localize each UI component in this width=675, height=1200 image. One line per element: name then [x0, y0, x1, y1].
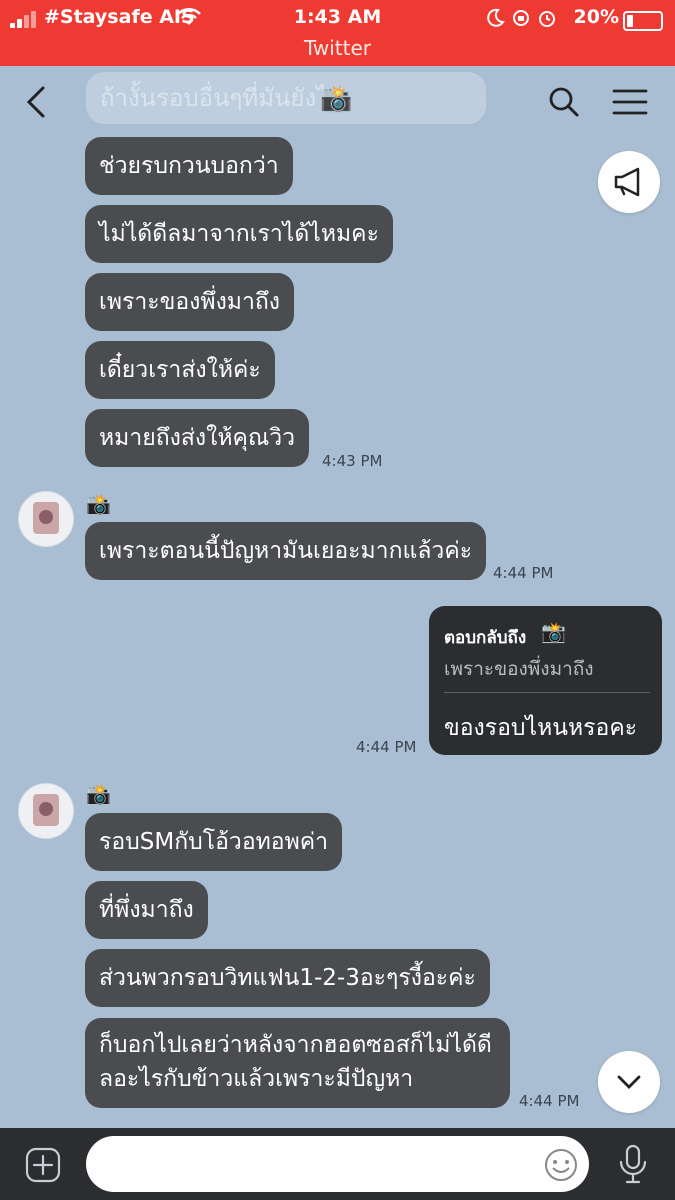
message-bubble-outgoing-reply[interactable]: ตอบกลับถึง 📸 เพราะของพึ่งมาถึง ของรอบไหน…: [429, 606, 662, 755]
message-bubble-incoming[interactable]: เดี๋ยวเราส่งให้ค่ะ: [85, 341, 275, 399]
message-timestamp: 4:44 PM: [519, 1092, 580, 1110]
chevron-left-icon: [26, 86, 45, 118]
message-bubble-incoming[interactable]: รอบSMกับโอ้วอทอพค่า: [85, 813, 343, 871]
moon-icon: [487, 8, 505, 27]
add-plus-icon[interactable]: [24, 1146, 62, 1184]
message-bubble-incoming[interactable]: ที่พึ่งมาถึง: [85, 881, 208, 939]
message-bubble-incoming[interactable]: ส่วนพวกรอบวิทแฟน1-2-3อะๆรงี้อะค่ะ: [85, 949, 490, 1007]
message-timestamp: 4:44 PM: [493, 564, 554, 582]
scroll-to-bottom-button[interactable]: [598, 1051, 660, 1113]
emoji-icon[interactable]: [542, 1146, 580, 1184]
alarm-icon: [539, 11, 555, 27]
message-text: ของรอบไหนหรอคะ: [444, 715, 638, 741]
status-bar: #Staysafe AIS 1:43 AM 20% Twitter: [0, 0, 675, 66]
hamburger-menu-icon: [612, 89, 648, 115]
camera-flash-icon: 📸: [86, 492, 111, 516]
message-bubble-incoming[interactable]: ไม่ได้ดีลมาจากเราได้ไหมคะ: [85, 205, 393, 263]
divider: [444, 692, 650, 693]
search-icon: [549, 87, 579, 117]
back-to-app-label[interactable]: Twitter: [0, 36, 675, 60]
camera-flash-icon: 📸: [541, 620, 566, 644]
avatar[interactable]: [18, 491, 74, 547]
chevron-down-icon: [617, 1075, 641, 1089]
reply-title: ตอบกลับถึง: [444, 628, 527, 648]
search-button[interactable]: [542, 80, 586, 124]
back-button[interactable]: [16, 80, 60, 124]
message-bubble-incoming[interactable]: ก็บอกไปเลยว่าหลังจากฮอตซอสก็ไม่ได้ดีลอะไ…: [85, 1018, 510, 1108]
menu-button[interactable]: [608, 80, 652, 124]
camera-flash-icon: 📸: [86, 782, 111, 806]
announcement-button[interactable]: [598, 151, 660, 213]
message-bubble-incoming[interactable]: เพราะตอนนี้ปัญหามันเยอะมากแล้วค่ะ: [85, 522, 487, 580]
battery-icon: [623, 11, 663, 31]
battery-percent: 20%: [573, 6, 619, 28]
message-input[interactable]: [86, 1136, 589, 1192]
avatar[interactable]: [18, 783, 74, 839]
reply-quote: เพราะของพึ่งมาถึง: [444, 658, 594, 680]
rotation-lock-icon: [513, 10, 529, 26]
megaphone-icon: [614, 167, 640, 197]
message-bubble-incoming[interactable]: เพราะของพึ่งมาถึง: [85, 273, 295, 331]
message-timestamp: 4:44 PM: [356, 738, 417, 756]
microphone-icon[interactable]: [616, 1142, 650, 1186]
message-bubble-incoming[interactable]: ช่วยรบกวนบอกว่า: [85, 137, 293, 195]
message-input-bar: [0, 1128, 675, 1200]
message-bubble-incoming[interactable]: หมายถึงส่งให้คุณวิว: [85, 409, 310, 467]
camera-flash-icon: 📸: [320, 84, 353, 114]
faded-message: ถ้างั้นรอบอื่นๆที่มันยังไม่: [86, 72, 486, 124]
message-timestamp: 4:43 PM: [322, 452, 383, 470]
